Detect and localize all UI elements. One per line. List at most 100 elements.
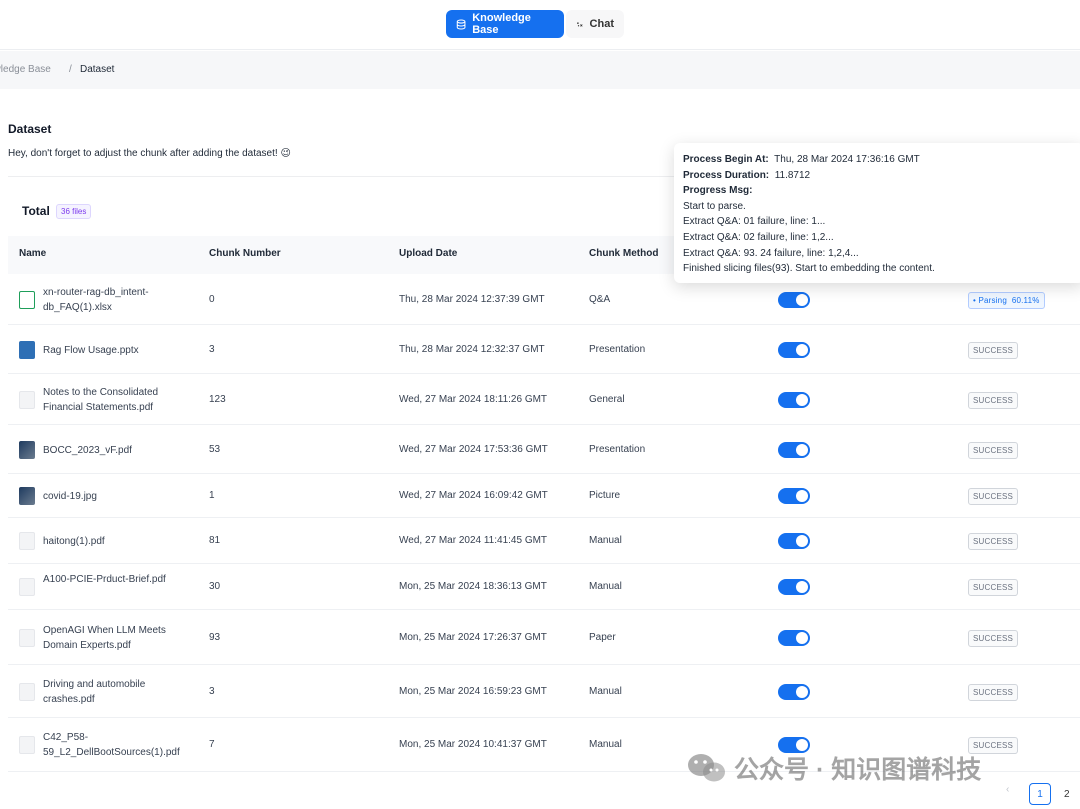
- chunk-number: 0: [209, 293, 215, 305]
- watermark: 公众号 · 知识图谱科技: [686, 750, 981, 786]
- enable-toggle[interactable]: [778, 533, 810, 549]
- breadcrumb-separator: /: [69, 64, 72, 75]
- enable-toggle[interactable]: [778, 683, 810, 700]
- parse-progress: 60.11%: [1011, 295, 1040, 305]
- status-badge[interactable]: SUCCESS: [968, 391, 1019, 409]
- page-hint: Hey, don't forget to adjust the chunk af…: [8, 148, 291, 159]
- chunk-method[interactable]: Manual: [589, 535, 622, 546]
- enable-toggle[interactable]: [778, 579, 810, 595]
- chunk-method[interactable]: Manual: [589, 739, 622, 750]
- pdf-icon: [19, 390, 35, 409]
- table-row[interactable]: haitong(1).pdf 81 Wed, 27 Mar 2024 11:41:4…: [8, 518, 1080, 564]
- table-row[interactable]: Driving and automobile crashes.pdf 3 Mon, …: [8, 665, 1080, 718]
- column-upload-date[interactable]: Upload Date: [399, 248, 457, 259]
- upload-date: Wed, 27 Mar 2024 18:11:26 GMT: [399, 393, 548, 405]
- chunk-number: 93: [209, 631, 221, 643]
- breadcrumb: owledge Base / Dataset: [0, 51, 1080, 89]
- enable-toggle[interactable]: [778, 629, 810, 646]
- table-row[interactable]: OpenAGI When LLM Meets Domain Experts.pd…: [8, 610, 1080, 665]
- chunk-number: 3: [209, 343, 215, 355]
- progress-msg-line: Finished slicing files(93). Start to emb…: [683, 263, 935, 275]
- pdf-icon: [19, 532, 35, 550]
- status-badge[interactable]: SUCCESS: [968, 533, 1019, 550]
- process-begin-label: Process Begin At:: [683, 154, 769, 165]
- file-count-badge: 36 files: [56, 204, 92, 219]
- progress-msg-line: Extract Q&A: 01 failure, line: 1...: [683, 216, 826, 228]
- parsing-progress-tooltip: Process Begin At: Thu, 28 Mar 2024 17:36…: [674, 143, 1080, 283]
- image-thumb-icon: [19, 487, 35, 505]
- file-name-link[interactable]: BOCC_2023_vF.pdf: [43, 443, 193, 458]
- enable-toggle[interactable]: [778, 488, 810, 504]
- chunk-method[interactable]: Picture: [589, 490, 620, 501]
- table-row[interactable]: Notes to the Consolidated Financial Stat…: [8, 374, 1080, 425]
- upload-date: Mon, 25 Mar 2024 18:36:13 GMT: [399, 581, 547, 592]
- status-badge[interactable]: SUCCESS: [968, 629, 1019, 647]
- chunk-method[interactable]: Presentation: [589, 344, 645, 355]
- xlsx-icon: [19, 290, 35, 309]
- upload-date: Mon, 25 Mar 2024 17:26:37 GMT: [399, 631, 547, 643]
- chunk-method[interactable]: Manual: [589, 686, 622, 697]
- knowledge-base-label: Knowledge Base: [472, 12, 531, 36]
- chunk-method[interactable]: Paper: [589, 632, 616, 643]
- chat-label: Chat: [589, 18, 614, 30]
- column-name[interactable]: Name: [19, 248, 46, 259]
- file-name-link[interactable]: xn-router-rag-db_intent-db_FAQ(1).xlsx: [43, 285, 193, 315]
- process-duration-label: Process Duration:: [683, 169, 770, 181]
- table-row[interactable]: BOCC_2023_vF.pdf 53 Wed, 27 Mar 2024 17:53…: [8, 425, 1080, 474]
- upload-date: Thu, 28 Mar 2024 12:37:39 GMT: [399, 293, 545, 305]
- chat-tab[interactable]: Chat: [566, 10, 624, 38]
- file-name-link[interactable]: C42_P58-59_L2_DellBootSources(1).pdf: [43, 730, 193, 760]
- pdf-icon: [19, 736, 35, 754]
- status-badge-parsing[interactable]: • Parsing 60.11%: [968, 291, 1045, 309]
- pdf-icon: [19, 628, 35, 647]
- enable-toggle[interactable]: [778, 291, 810, 308]
- breadcrumb-knowledge-base[interactable]: owledge Base: [0, 64, 51, 75]
- enable-toggle[interactable]: [778, 441, 810, 458]
- status-badge[interactable]: SUCCESS: [968, 488, 1019, 505]
- table-row[interactable]: A100-PCIE-Prduct-Brief.pdf 30 Mon, 25 Mar …: [8, 564, 1080, 610]
- enable-toggle[interactable]: [778, 391, 810, 408]
- chunk-number: 81: [209, 535, 221, 546]
- file-name-link[interactable]: covid-19.jpg: [43, 489, 193, 504]
- process-duration-value: 11.8712: [774, 169, 811, 181]
- column-chunk-number[interactable]: Chunk Number: [209, 248, 281, 259]
- upload-date: Wed, 27 Mar 2024 11:41:45 GMT: [399, 535, 548, 546]
- table-row[interactable]: covid-19.jpg 1 Wed, 27 Mar 2024 16:09:42 G…: [8, 474, 1080, 518]
- chunk-method[interactable]: Q&A: [589, 294, 610, 305]
- upload-date: Wed, 27 Mar 2024 17:53:36 GMT: [399, 443, 548, 455]
- pdf-icon: [19, 578, 35, 596]
- chunk-method[interactable]: Manual: [589, 581, 622, 592]
- file-name-link[interactable]: A100-PCIE-Prduct-Brief.pdf: [43, 572, 193, 587]
- enable-toggle[interactable]: [778, 341, 810, 358]
- file-name-link[interactable]: Notes to the Consolidated Financial Stat…: [43, 385, 193, 415]
- wechat-icon: [688, 754, 725, 782]
- chunk-method[interactable]: General: [589, 394, 625, 405]
- status-badge[interactable]: SUCCESS: [968, 441, 1019, 459]
- process-begin-value: Thu, 28 Mar 2024 17:36:16 GMT: [774, 154, 920, 165]
- column-chunk-method[interactable]: Chunk Method: [589, 248, 658, 259]
- dataset-table: Name Chunk Number Upload Date Chunk Meth…: [8, 236, 1080, 772]
- chunk-number: 30: [209, 581, 221, 592]
- pdf-icon: [19, 682, 35, 701]
- pagination-page-2[interactable]: 2: [1064, 789, 1070, 800]
- status-badge[interactable]: SUCCESS: [968, 683, 1019, 701]
- upload-date: Mon, 25 Mar 2024 16:59:23 GMT: [399, 685, 547, 697]
- pptx-icon: [19, 340, 35, 359]
- chunk-number: 3: [209, 685, 215, 697]
- file-name-link[interactable]: Driving and automobile crashes.pdf: [43, 677, 193, 707]
- table-row[interactable]: Rag Flow Usage.pptx 3 Thu, 28 Mar 2024 12:…: [8, 325, 1080, 374]
- file-name-link[interactable]: OpenAGI When LLM Meets Domain Experts.pd…: [43, 623, 193, 653]
- progress-msg-line: Extract Q&A: 02 failure, line: 1,2...: [683, 231, 834, 243]
- table-body: xn-router-rag-db_intent-db_FAQ(1).xlsx 0 T…: [8, 274, 1080, 772]
- status-badge[interactable]: SUCCESS: [968, 341, 1019, 359]
- pagination-prev-button[interactable]: ‹: [1006, 784, 1009, 795]
- upload-date: Wed, 27 Mar 2024 16:09:42 GMT: [399, 490, 548, 501]
- file-name-link[interactable]: Rag Flow Usage.pptx: [43, 343, 193, 358]
- chunk-method[interactable]: Presentation: [589, 444, 645, 455]
- file-name-link[interactable]: haitong(1).pdf: [43, 534, 193, 549]
- upload-date: Thu, 28 Mar 2024 12:32:37 GMT: [399, 343, 545, 355]
- pagination-page-1[interactable]: 1: [1029, 783, 1051, 805]
- status-badge[interactable]: SUCCESS: [968, 579, 1019, 596]
- knowledge-base-tab[interactable]: Knowledge Base: [446, 10, 564, 38]
- chat-sparkle-icon: [576, 21, 583, 27]
